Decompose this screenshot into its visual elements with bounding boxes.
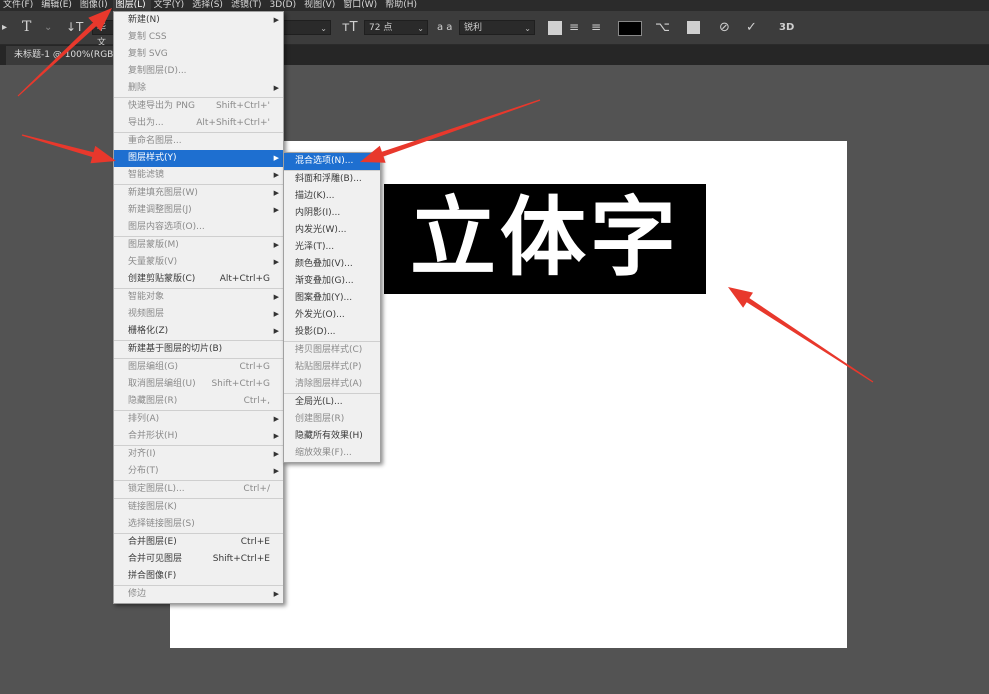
annotation-arrow	[360, 99, 541, 163]
annotation-arrow	[21, 134, 116, 164]
annotation-arrow	[728, 287, 874, 383]
annotation-arrows	[17, 8, 874, 383]
annotation-arrow	[17, 8, 113, 97]
